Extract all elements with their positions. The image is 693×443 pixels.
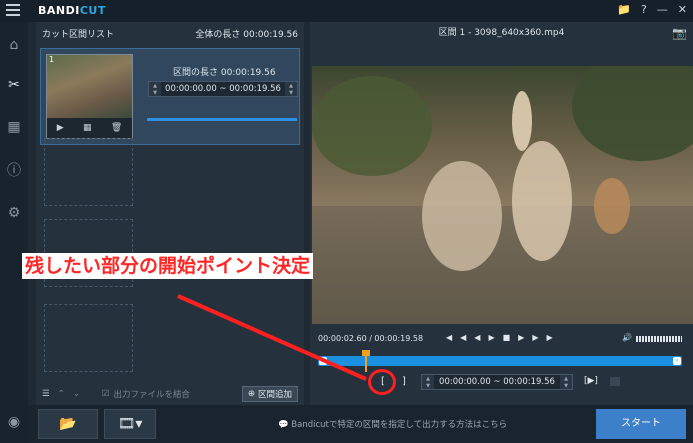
- annotation-arrow: [177, 294, 367, 381]
